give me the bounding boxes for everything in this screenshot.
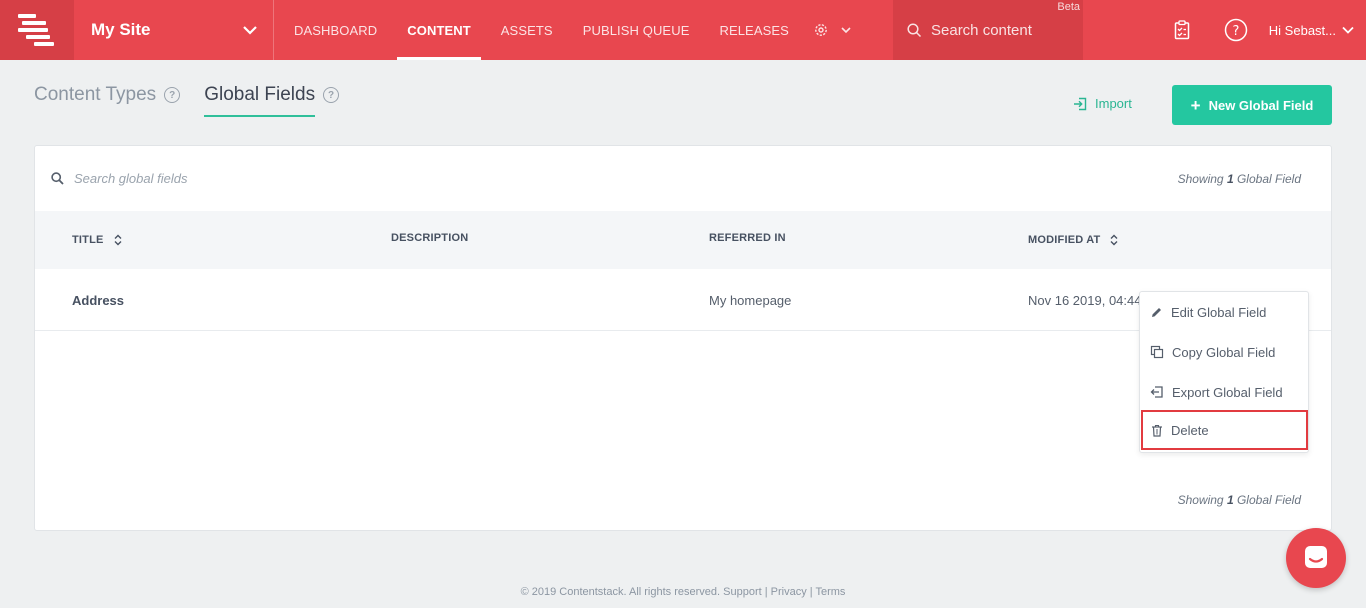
tab-label: Content Types xyxy=(34,84,157,105)
top-right-actions: ? Hi Sebast... xyxy=(1155,0,1354,60)
nav-publish-queue[interactable]: PUBLISH QUEUE xyxy=(573,0,700,60)
beta-badge: Beta xyxy=(1057,1,1080,13)
contentstack-logo[interactable] xyxy=(0,0,74,60)
new-global-field-button[interactable]: + New Global Field xyxy=(1172,85,1332,125)
import-button[interactable]: Import xyxy=(1073,96,1132,111)
global-fields-panel: Search global fields Showing 1 Global Fi… xyxy=(34,145,1332,531)
column-referred-in: REFERRED IN xyxy=(709,232,786,244)
table-header: TITLE DESCRIPTION REFERRED IN MODIFIED A… xyxy=(35,211,1331,269)
menu-delete[interactable]: Delete xyxy=(1141,410,1308,450)
tab-content-types[interactable]: Content Types ? xyxy=(34,84,181,115)
top-navigation-bar: My Site DASHBOARD CONTENT ASSETS PUBLISH… xyxy=(0,0,1366,60)
menu-export-global-field[interactable]: Export Global Field xyxy=(1140,372,1308,412)
menu-copy-global-field[interactable]: Copy Global Field xyxy=(1140,332,1308,372)
site-selector[interactable]: My Site xyxy=(74,0,274,60)
table-row[interactable]: Address My homepage Nov 16 2019, 04:44 xyxy=(35,269,1331,331)
nav-dashboard[interactable]: DASHBOARD xyxy=(284,0,387,60)
question-icon: ? xyxy=(1224,18,1248,42)
row-referred-in: My homepage xyxy=(709,292,792,308)
settings-menu[interactable] xyxy=(799,0,865,60)
search-icon xyxy=(51,172,64,185)
import-icon xyxy=(1074,97,1087,110)
import-label: Import xyxy=(1095,96,1132,111)
column-title[interactable]: TITLE xyxy=(72,211,122,269)
copy-icon xyxy=(1150,345,1164,359)
nav-assets[interactable]: ASSETS xyxy=(491,0,563,60)
main-nav: DASHBOARD CONTENT ASSETS PUBLISH QUEUE R… xyxy=(274,0,865,60)
page-tabs: Content Types ? Global Fields ? xyxy=(34,84,340,117)
clipboard-icon xyxy=(1174,20,1190,40)
stack-logo-icon xyxy=(18,14,54,46)
site-name: My Site xyxy=(91,20,151,39)
tasks-button[interactable] xyxy=(1155,0,1209,60)
result-count: Showing 1 Global Field xyxy=(1177,171,1301,186)
trash-icon xyxy=(1152,424,1162,437)
help-icon[interactable]: ? xyxy=(164,87,181,103)
pencil-icon xyxy=(1152,307,1161,317)
result-count-bottom: Showing 1 Global Field xyxy=(1177,493,1301,507)
sort-icon xyxy=(114,234,122,246)
user-greeting: Hi Sebast... xyxy=(1268,22,1336,38)
user-menu[interactable]: Hi Sebast... xyxy=(1263,23,1354,38)
chevron-down-icon xyxy=(841,26,851,33)
row-title[interactable]: Address xyxy=(72,269,124,331)
chevron-down-icon xyxy=(1342,26,1354,34)
help-button[interactable]: ? xyxy=(1209,0,1263,60)
tab-label: Global Fields xyxy=(204,84,316,105)
search-icon xyxy=(907,22,922,37)
gear-icon xyxy=(815,24,827,36)
row-modified-at: Nov 16 2019, 04:44 xyxy=(1028,292,1140,308)
row-actions-menu: Edit Global Field Copy Global Field Expo… xyxy=(1139,291,1309,453)
chat-launcher-button[interactable] xyxy=(1286,528,1346,588)
chevron-down-icon xyxy=(243,26,257,35)
search-placeholder: Search content xyxy=(931,21,1032,39)
column-modified-at[interactable]: MODIFIED AT xyxy=(1028,211,1118,269)
nav-releases[interactable]: RELEASES xyxy=(709,0,798,60)
menu-edit-global-field[interactable]: Edit Global Field xyxy=(1140,292,1308,332)
plus-icon: + xyxy=(1190,95,1201,115)
content-search-input[interactable]: Search content Beta xyxy=(893,0,1083,60)
new-button-label: New Global Field xyxy=(1208,97,1314,113)
sort-icon xyxy=(1110,234,1118,246)
tab-global-fields[interactable]: Global Fields ? xyxy=(204,84,340,117)
search-placeholder: Search global fields xyxy=(74,171,188,186)
export-icon xyxy=(1150,386,1163,398)
nav-content[interactable]: CONTENT xyxy=(397,0,481,60)
help-icon[interactable]: ? xyxy=(323,87,340,103)
svg-text:?: ? xyxy=(1232,24,1239,39)
global-fields-search[interactable]: Search global fields Showing 1 Global Fi… xyxy=(35,146,1331,211)
footer: © 2019 Contentstack. All rights reserved… xyxy=(520,586,846,598)
column-description: DESCRIPTION xyxy=(391,232,469,244)
chat-icon xyxy=(1305,546,1327,568)
